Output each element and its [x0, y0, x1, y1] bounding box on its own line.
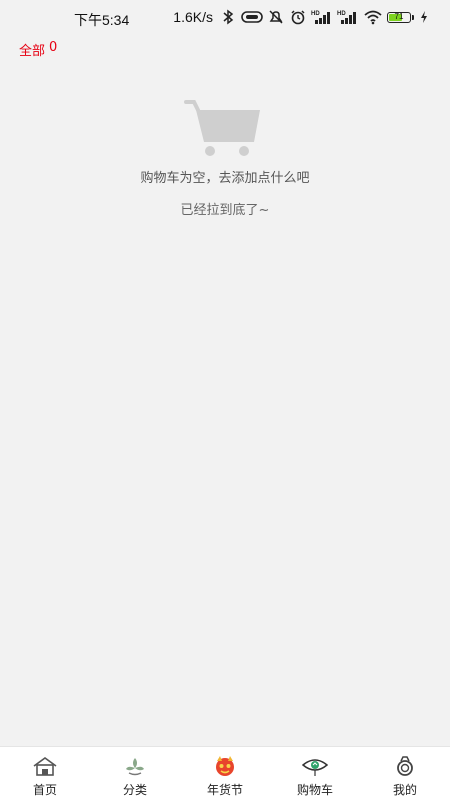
- festival-icon: [216, 756, 234, 776]
- tab-label: 购物车: [296, 783, 333, 797]
- hd-signal-icon: HD: [311, 11, 330, 24]
- wifi-icon: [364, 10, 382, 25]
- tab-home[interactable]: 首页: [0, 747, 90, 800]
- profile-icon: [397, 756, 413, 776]
- bottom-tab-bar: 首页 分类 年货节 购物车 我的: [0, 746, 450, 800]
- hd-signal-icon: HD: [337, 11, 356, 24]
- tab-festival[interactable]: 年货节: [180, 747, 270, 800]
- battery-icon: 71: [387, 11, 414, 23]
- cart-eye-icon: [302, 759, 328, 776]
- tab-cart[interactable]: 购物车: [270, 747, 360, 800]
- status-time: 下午5:34: [74, 12, 130, 28]
- tab-category[interactable]: 分类: [90, 747, 180, 800]
- tab-label: 分类: [122, 783, 147, 797]
- battery-level: 71: [394, 11, 404, 21]
- filter-all-count: 0: [49, 40, 58, 55]
- home-icon: [33, 757, 57, 776]
- end-of-list-text: 已经拉到底了~: [180, 203, 270, 218]
- tab-label: 年货节: [206, 783, 243, 797]
- svg-text:HD: HD: [337, 11, 346, 17]
- filter-all-label: 全部: [19, 44, 46, 59]
- tab-label: 我的: [392, 783, 417, 797]
- status-bar: 下午5:34 1.6K/s HD HD 71: [0, 0, 450, 36]
- tab-profile[interactable]: 我的: [360, 747, 450, 800]
- svg-text:HD: HD: [311, 11, 320, 17]
- filter-all-tab[interactable]: 全部 0: [19, 40, 57, 59]
- bluetooth-icon: [223, 9, 234, 25]
- mute-icon: [269, 10, 283, 24]
- hd-volte-icon: [241, 11, 263, 23]
- empty-cart-icon: [184, 100, 260, 156]
- status-icons: 1.6K/s HD HD 71: [173, 9, 428, 25]
- network-speed: 1.6K/s: [173, 9, 213, 25]
- tab-label: 首页: [32, 783, 57, 797]
- alarm-icon: [291, 10, 305, 25]
- charging-icon: [421, 11, 427, 23]
- empty-cart-message: 购物车为空，去添加点什么吧: [140, 171, 310, 186]
- category-icon: [126, 758, 144, 776]
